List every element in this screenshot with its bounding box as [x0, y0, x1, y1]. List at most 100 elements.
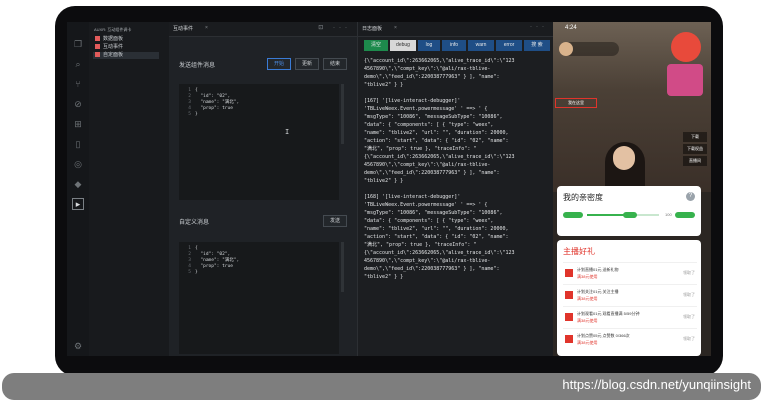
component-json-editor[interactable]: 1{ 2 "id": "02", 3 "name": "满北", 4 "prop… [179, 84, 339, 200]
bookmark-icon[interactable]: ▯ [72, 138, 84, 150]
intimacy-progress: 100 [563, 212, 695, 218]
gift-condition: 满38元使用 [577, 274, 598, 279]
log-line: "msgType": "10086", "messageSubType": "1… [364, 114, 503, 120]
gift-claim-status[interactable]: 领取了 [683, 270, 695, 276]
tab-close-icon[interactable]: × [205, 25, 208, 31]
search-button[interactable]: 搜 索 [524, 40, 550, 51]
gift-row[interactable]: 计划直播01元 送新礼物 满38元使用 领取了 [563, 262, 697, 283]
line-number: 5 [188, 270, 191, 275]
log-tools[interactable]: ··· [530, 24, 548, 30]
custom-message-label: 自定义消息 [179, 220, 210, 226]
source-url: https://blog.csdn.net/yunqiinsight [562, 377, 751, 392]
send-button[interactable]: 发送 [323, 215, 347, 227]
log-line: demo\",\"feed_id\":220038777963" } ], "n… [364, 170, 500, 176]
code-line: } [195, 270, 198, 275]
laptop-frame: ❐ ⌕ ⑂ ⊘ ⊞ ▯ ◎ ◆ ▸ ⚙ AUXR: 互动组件调卡 数据面板 互动… [55, 6, 723, 376]
filter-log[interactable]: log [418, 40, 440, 51]
log-line: "tblive2" } } [364, 178, 404, 184]
file-icon [95, 44, 100, 50]
preview-icon[interactable]: ▸ [72, 198, 84, 210]
gift-title: 计划点赞05元 点赞数 0/366次 [577, 333, 630, 338]
gift-condition: 满38元使用 [577, 340, 598, 345]
host-avatar [559, 42, 573, 56]
tab-interact-events[interactable]: 互动事件 [173, 25, 193, 32]
update-button[interactable]: 更新 [295, 58, 319, 70]
docker-icon[interactable]: ◆ [72, 178, 84, 190]
tab-log-panel[interactable]: 日志面板 [362, 25, 382, 32]
intimacy-card: 我的亲密度 ? 100 [557, 186, 701, 236]
gift-icon [565, 269, 573, 277]
log-line: 'TBLiveWeex.Event.powermessage' ' ==> ' … [364, 106, 488, 112]
extensions-icon[interactable]: ⊞ [72, 118, 84, 130]
file-icon [95, 36, 100, 42]
side-button[interactable]: 下载权益 [683, 144, 707, 154]
gift-condition: 满38元使用 [577, 296, 598, 301]
editor-scrollbar[interactable] [341, 242, 344, 292]
level-pill [563, 212, 583, 218]
log-line: "name": "tblive2", "url": "", "duration"… [364, 130, 509, 136]
custom-json-editor[interactable]: 1{ 2 "id": "02", 3 "name": "满北", 4 "prop… [179, 242, 339, 354]
streamer-face [613, 146, 635, 170]
gift-claim-status[interactable]: 领取了 [683, 336, 695, 342]
search-icon[interactable]: ⌕ [72, 58, 84, 70]
clear-button[interactable]: 清空 [364, 40, 388, 51]
log-line: demo\",\"feed_id\":220038777963" } ], "n… [364, 74, 500, 80]
filter-info[interactable]: info [442, 40, 466, 51]
explorer-title: AUXR: 互动组件调卡 [94, 27, 132, 32]
source-control-icon[interactable]: ⑂ [72, 78, 84, 90]
side-button[interactable]: 直播间 [683, 156, 707, 166]
caption-bar: https://blog.csdn.net/yunqiinsight [2, 373, 761, 400]
log-line: 'TBLiveWeex.Event.powermessage' ' ==> ' … [364, 202, 488, 208]
filter-warn[interactable]: warn [468, 40, 494, 51]
filter-debug[interactable]: debug [390, 40, 416, 51]
gift-row[interactable]: 计划观看01元 观看直播满 5/59分钟 满38元使用 领取了 [563, 306, 697, 327]
log-filter-bar: 清空 debug log info warn error 搜 索 [364, 40, 550, 51]
log-line: "满北", "prop": true }, "traceInfo": " [364, 146, 477, 152]
explorer-item-custom-panel[interactable]: 自定面板 [93, 52, 159, 59]
help-icon[interactable]: ? [686, 192, 695, 201]
status-time: 4:24 [565, 25, 577, 31]
end-button[interactable]: 结束 [323, 58, 347, 70]
ide-screen: ❐ ⌕ ⑂ ⊘ ⊞ ▯ ◎ ◆ ▸ ⚙ AUXR: 互动组件调卡 数据面板 互动… [67, 22, 711, 356]
intimacy-title: 我的亲密度 [563, 193, 603, 202]
browser-icon[interactable]: ◎ [72, 158, 84, 170]
log-line: "action": "start", "data": { "id": "02",… [364, 234, 509, 240]
activity-bar: ❐ ⌕ ⑂ ⊘ ⊞ ▯ ◎ ◆ ▸ ⚙ [67, 22, 89, 356]
debug-icon[interactable]: ⊘ [72, 98, 84, 110]
promo-banner[interactable] [667, 64, 703, 96]
start-button[interactable]: 开始 [267, 58, 291, 70]
editor-tools[interactable]: ⊡ ··· [318, 24, 351, 31]
editor-scrollbar[interactable] [341, 84, 344, 144]
phone-preview: 4:24 下载 下载权益 直播间 我在这里 我的亲密度 ? 100 主播好礼 计… [553, 22, 711, 356]
log-tabbar: 日志面板 × ··· [358, 22, 554, 37]
tab-close-icon[interactable]: × [394, 25, 397, 31]
explorer-item-data-panel[interactable]: 数据面板 [95, 36, 123, 43]
progress-fill [587, 214, 625, 216]
code-line: } [195, 112, 198, 117]
gift-row[interactable]: 计划关注01元 关注主播 满38元使用 领取了 [563, 284, 697, 305]
host-gifts-card: 主播好礼 计划直播01元 送新礼物 满38元使用 领取了 计划关注01元 关注主… [557, 240, 701, 356]
filter-error[interactable]: error [496, 40, 522, 51]
side-button[interactable]: 下载 [683, 132, 707, 142]
gift-row[interactable]: 计划点赞05元 点赞数 0/366次 满38元使用 领取了 [563, 328, 697, 349]
log-line: "data": { "components": [ { "type": "wee… [364, 122, 494, 128]
log-line: {\"account_id\":263662065,\"alive_trace_… [364, 154, 515, 160]
gift-title: 计划关注01元 关注主播 [577, 289, 619, 294]
file-icon [95, 52, 100, 58]
log-line: 4567890\",\"compt_key\":\"@ali/rax-tbliv… [364, 258, 491, 264]
log-line: [167] '[live-interact-debugger]' [364, 98, 461, 104]
log-line: {\"account_id\":263662065,\"alive_trace_… [364, 58, 515, 64]
log-line: [168] '[live-interact-debugger]' [364, 194, 461, 200]
log-line: 4567890\",\"compt_key\":\"@ali/rax-tbliv… [364, 66, 491, 72]
gift-icon [565, 313, 573, 321]
gift-claim-status[interactable]: 领取了 [683, 314, 695, 320]
gift-claim-status[interactable]: 领取了 [683, 292, 695, 298]
gift-condition: 满38元使用 [577, 318, 598, 323]
promo-badge-icon[interactable] [671, 32, 701, 62]
log-line: "tblive2" } } [364, 82, 404, 88]
level-pill [675, 212, 695, 218]
settings-gear-icon[interactable]: ⚙ [72, 340, 84, 352]
files-icon[interactable]: ❐ [72, 38, 84, 50]
explorer-item-interact-events[interactable]: 互动事件 [95, 44, 123, 51]
